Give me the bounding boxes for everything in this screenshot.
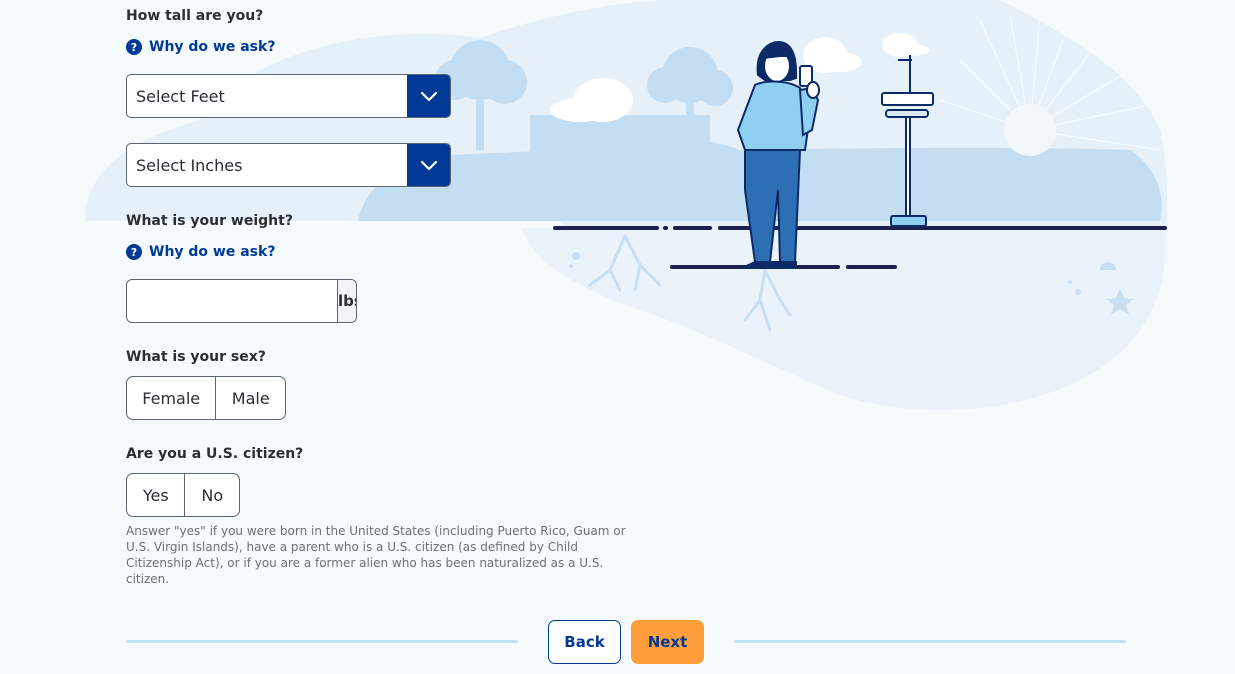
chevron-down-icon[interactable] bbox=[407, 75, 450, 117]
citizen-option-yes[interactable]: Yes bbox=[127, 474, 184, 516]
sex-toggle: Female Male bbox=[126, 376, 286, 420]
citizen-toggle: Yes No bbox=[126, 473, 240, 517]
weight-why-link-label: Why do we ask? bbox=[149, 244, 276, 260]
citizen-option-no[interactable]: No bbox=[184, 474, 239, 516]
height-question-label: How tall are you? bbox=[126, 8, 264, 24]
citizen-question-label: Are you a U.S. citizen? bbox=[126, 446, 304, 462]
weight-field: lbs bbox=[126, 279, 357, 323]
feet-select[interactable]: Select Feet bbox=[126, 74, 451, 118]
weight-why-link[interactable]: ? Why do we ask? bbox=[126, 244, 275, 260]
chevron-down-icon[interactable] bbox=[407, 144, 450, 186]
sex-option-male[interactable]: Male bbox=[215, 377, 285, 419]
progress-divider-right bbox=[734, 640, 1126, 643]
weight-question-label: What is your weight? bbox=[126, 213, 293, 229]
feet-select-value: Select Feet bbox=[136, 86, 225, 106]
inches-select-value: Select Inches bbox=[136, 155, 243, 175]
ground-shape bbox=[522, 228, 1166, 411]
inches-select[interactable]: Select Inches bbox=[126, 143, 451, 187]
sex-question-label: What is your sex? bbox=[126, 349, 266, 365]
weight-unit-label: lbs bbox=[337, 280, 356, 322]
weight-input[interactable] bbox=[127, 280, 337, 322]
next-button[interactable]: Next bbox=[631, 620, 704, 664]
height-why-link-label: Why do we ask? bbox=[149, 39, 276, 55]
progress-divider-left bbox=[126, 640, 518, 643]
sex-option-female[interactable]: Female bbox=[127, 377, 215, 419]
back-button[interactable]: Back bbox=[548, 620, 621, 664]
citizen-help-text: Answer "yes" if you were born in the Uni… bbox=[126, 524, 626, 586]
question-circle-icon: ? bbox=[126, 244, 142, 260]
question-circle-icon: ? bbox=[126, 39, 142, 55]
height-why-link[interactable]: ? Why do we ask? bbox=[126, 39, 275, 55]
